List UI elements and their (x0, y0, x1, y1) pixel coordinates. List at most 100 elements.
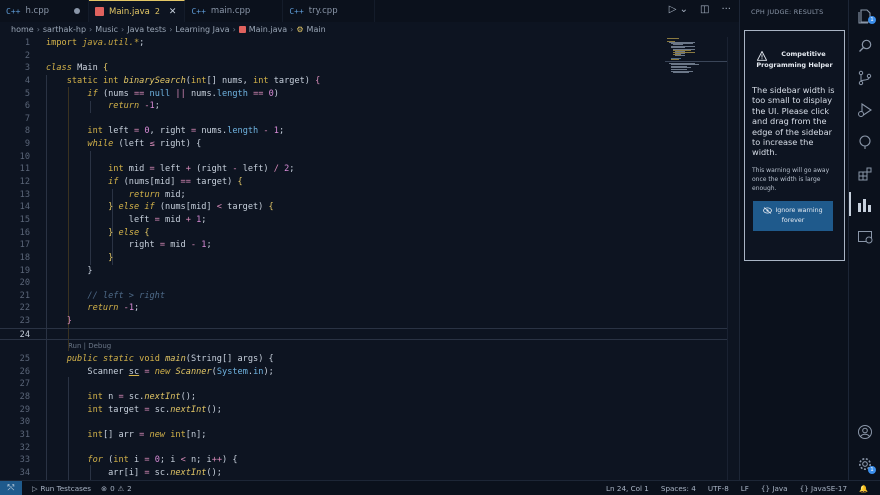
active-view-indicator (849, 192, 851, 216)
code-line: 30 (19, 417, 30, 428)
code-line: 27 (19, 379, 30, 390)
language-mode[interactable]: {} Java (761, 484, 788, 493)
explorer-icon[interactable]: 1 (857, 8, 876, 24)
cph-warning-subtext: This warning will go away once the width… (752, 166, 830, 192)
breadcrumb-user[interactable]: sarthak-hp (43, 25, 86, 34)
more-actions-icon[interactable]: ··· (721, 4, 731, 15)
class-symbol-icon: ⚙ (296, 25, 304, 34)
warning-icon (757, 51, 767, 61)
tab-main-java[interactable]: Main.java 2 ✕ (89, 0, 186, 22)
tab-label: h.cpp (25, 6, 50, 16)
minimap[interactable] (665, 37, 727, 77)
cph-results-panel: CPH JUDGE: RESULTS Competitive Programmi… (739, 0, 848, 480)
code-line: 14 } else if (nums[mid] < target) { (19, 202, 274, 213)
end-of-line[interactable]: LF (741, 484, 749, 493)
settings-gear-icon[interactable]: 1 (857, 456, 876, 474)
remote-indicator-icon[interactable]: ⤲ (0, 480, 22, 495)
code-line: 11 int mid = left + (right - left) / 2; (19, 164, 295, 175)
code-line: 7 (24, 113, 30, 124)
close-icon[interactable]: ✕ (169, 7, 177, 17)
unsaved-dot-icon[interactable] (74, 8, 81, 14)
code-line: 13 return mid; (19, 189, 186, 200)
search-icon[interactable] (857, 38, 873, 54)
breadcrumb-symbol[interactable]: Main (307, 25, 326, 34)
accounts-icon[interactable] (857, 424, 873, 440)
cursor-position[interactable]: Ln 24, Col 1 (606, 484, 649, 493)
breadcrumb-file[interactable]: Main.java (249, 25, 287, 34)
settings-badge: 1 (868, 466, 876, 474)
code-editor[interactable]: 1 import java.util.*; 2 3 class Main { 4 s… (0, 37, 727, 480)
java-file-icon (95, 7, 105, 16)
braces-icon: {} (799, 483, 809, 493)
notifications-bell-icon[interactable]: 🔔 (859, 484, 868, 493)
code-line: 32 (19, 442, 30, 453)
code-line: 3 class Main { (24, 63, 109, 74)
tab-h-cpp[interactable]: C++ h.cpp (0, 0, 90, 22)
encoding[interactable]: UTF-8 (708, 484, 729, 493)
ignore-button-label-line2: forever (781, 216, 805, 224)
ignore-warning-button[interactable]: Ignore warning forever (753, 200, 833, 231)
code-line: 9 while (left ≤ right) { (24, 139, 202, 150)
cph-width-message: The sidebar width is too small to displa… (752, 85, 835, 158)
tab-main-cpp[interactable]: C++ main.cpp (185, 0, 284, 22)
breadcrumb-home[interactable]: home (11, 25, 34, 34)
status-bar-right: Ln 24, Col 1 Spaces: 4 UTF-8 LF {} Java … (606, 484, 880, 493)
braces-icon: {} (760, 483, 771, 493)
code-line: 16 } else { (19, 227, 150, 238)
code-line: 29 int target = sc.nextInt(); (19, 404, 222, 415)
problems-indicator[interactable]: ⊗ 0 ⚠ 2 (101, 484, 132, 493)
remote-explorer-icon[interactable] (857, 229, 873, 245)
cph-heading-line2: Programming Helper (756, 61, 833, 69)
testing-flask-icon[interactable] (857, 134, 873, 150)
run-icon[interactable]: ▷ ⌄ (669, 4, 688, 15)
code-line: 33 for (int i = 0; i < n; i++) { (19, 455, 238, 466)
java-runtime[interactable]: {} JavaSE-17 (800, 484, 847, 493)
tab-try-cpp[interactable]: C++ try.cpp (283, 0, 375, 22)
error-icon: ⊗ (101, 483, 108, 493)
code-line: 23 } (19, 316, 72, 327)
code-line: 5 if (nums == null || nums.length == 0) (24, 88, 279, 99)
code-line: 34 arr[i] = sc.nextInt(); (19, 467, 222, 478)
language-label: Java (772, 483, 788, 493)
tab-label: try.cpp (308, 6, 338, 16)
cpp-file-icon: C++ (191, 6, 206, 16)
breadcrumb-java-tests[interactable]: Java tests (127, 25, 166, 34)
current-code-line: 24 (0, 327, 727, 341)
source-control-icon[interactable] (857, 70, 873, 86)
split-editor-icon[interactable]: ◫ (700, 4, 709, 15)
code-line: 21 // left > right (19, 290, 166, 301)
runtime-label: JavaSE-17 (811, 483, 848, 493)
code-line: 22 return -1; (19, 303, 140, 314)
panel-title: CPH JUDGE: RESULTS (751, 8, 824, 16)
cpp-file-icon: C++ (6, 6, 21, 16)
code-line: 1 import java.util.*; (24, 38, 145, 48)
breadcrumb: home › sarthak-hp › Music › Java tests › Lea… (11, 25, 326, 34)
tab-label: Main.java (109, 6, 150, 17)
breadcrumb-music[interactable]: Music (95, 25, 118, 34)
code-line: 18 } (19, 252, 114, 263)
cph-judge-icon[interactable] (857, 197, 873, 213)
run-debug-icon[interactable] (857, 102, 873, 118)
editor-actions: ▷ ⌄ ◫ ··· (669, 4, 731, 15)
run-testcases-button[interactable]: ▷ Run Testcases (32, 484, 91, 493)
extensions-icon[interactable] (857, 166, 873, 182)
code-line: 15 left = mid + 1; (19, 214, 207, 225)
breadcrumb-learning-java[interactable]: Learning Java (175, 25, 229, 34)
tab-label: main.cpp (210, 6, 251, 16)
editor-vertical-scrollbar[interactable] (727, 37, 738, 480)
code-line: 28 int n = sc.nextInt(); (19, 391, 197, 402)
activity-bar: 1 1 (848, 0, 880, 480)
code-line: 6 return -1; (24, 101, 160, 112)
code-line: 2 (24, 50, 30, 61)
code-line: 26 Scanner sc = new Scanner(System.in); (19, 366, 274, 377)
code-line: 31 int[] arr = new int[n]; (19, 429, 207, 440)
run-testcases-icon: ▷ (32, 483, 38, 493)
code-line: 8 int left = 0, right = nums.length - 1; (24, 126, 285, 137)
run-testcases-label: Run Testcases (40, 483, 92, 493)
editor-tab-bar: C++ h.cpp Main.java 2 ✕ C++ main.cpp C++… (0, 0, 739, 22)
run-debug-codelens[interactable]: Run | Debug (0, 340, 727, 353)
indentation[interactable]: Spaces: 4 (661, 484, 696, 493)
problem-count-badge: 2 (154, 7, 160, 16)
warning-count: 2 (127, 483, 132, 493)
ignore-button-label-line1: Ignore warning (775, 206, 823, 214)
